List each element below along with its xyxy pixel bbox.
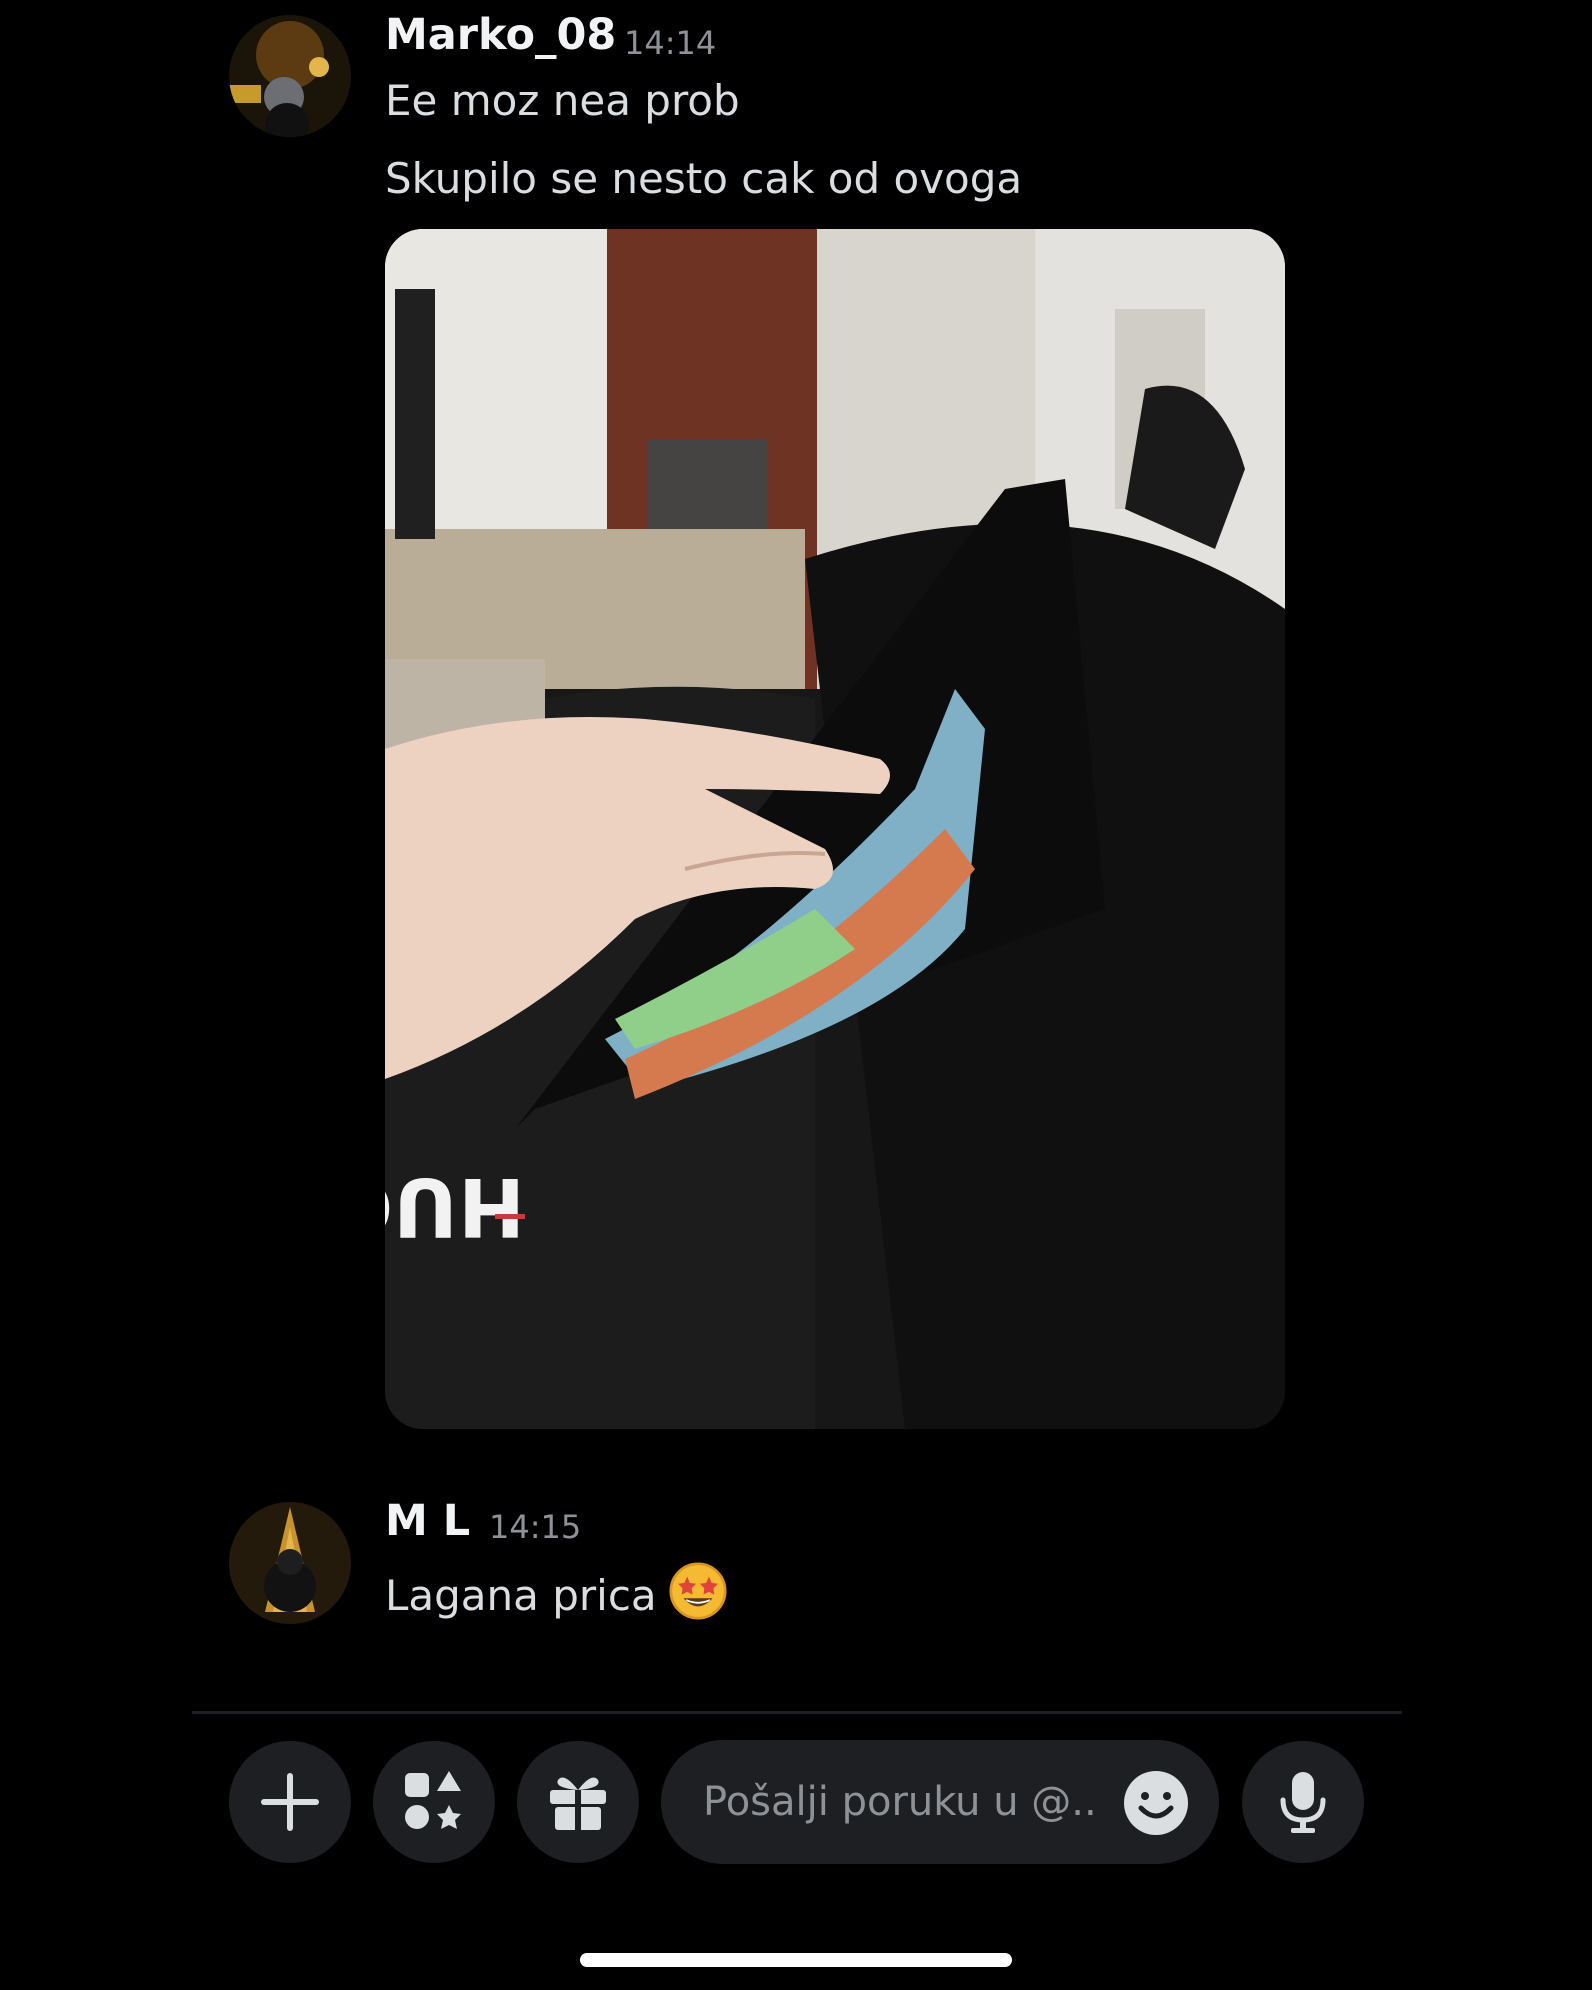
message-timestamp: 14:15 [489, 1508, 582, 1546]
microphone-icon [1280, 1772, 1326, 1833]
gift-icon [550, 1777, 606, 1830]
gift-button[interactable] [517, 1741, 639, 1863]
avatar-marko[interactable] [229, 15, 351, 137]
username[interactable]: M L [385, 1496, 470, 1546]
apps-button[interactable] [373, 1741, 495, 1863]
message-composer[interactable] [661, 1740, 1219, 1864]
plus-icon [261, 1773, 319, 1831]
svg-text:HUG: HUG [385, 1160, 525, 1253]
avatar-ml[interactable] [229, 1502, 351, 1624]
voice-message-button[interactable] [1242, 1741, 1364, 1863]
apps-icon [405, 1771, 461, 1829]
message-input[interactable] [703, 1740, 1103, 1864]
message-text: Lagana prica [385, 1562, 727, 1620]
home-indicator[interactable] [580, 1953, 1012, 1967]
smiley-icon[interactable] [1123, 1770, 1189, 1836]
message-text: Ee moz nea prob [385, 76, 740, 125]
divider [192, 1711, 1402, 1714]
star-struck-emoji-icon [669, 1562, 727, 1620]
message-text: Skupilo se nesto cak od ovoga [385, 154, 1023, 203]
message-timestamp: 14:14 [624, 24, 717, 62]
username[interactable]: Marko_08 [385, 10, 616, 60]
image-attachment[interactable]: HUG [385, 229, 1285, 1429]
message-text-content: Lagana prica [385, 1571, 657, 1620]
add-button[interactable] [229, 1741, 351, 1863]
